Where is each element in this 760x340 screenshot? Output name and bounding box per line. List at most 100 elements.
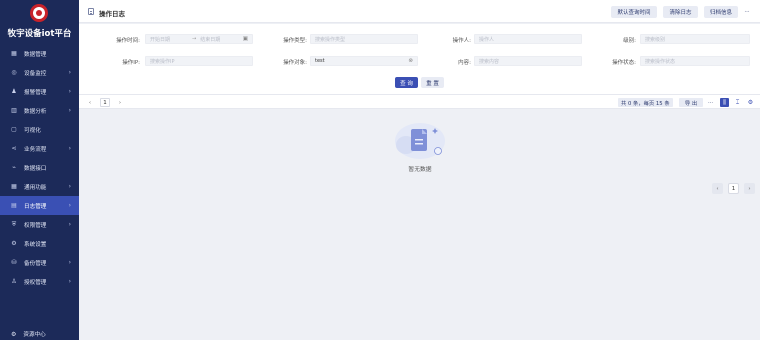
op-ip-input[interactable]: 搜索操作IP [145, 56, 253, 66]
default-query-time-button[interactable]: 默认查询时间 [611, 6, 657, 18]
table-toolbar: ‹ 1 › 共 0 条，每页 15 条 导 出 ··· ⫼ ⌶ ⚙ [79, 94, 760, 109]
backup-icon: ⛁ [11, 258, 17, 266]
sidebar-item[interactable]: ⛁ 备份管理 › [0, 253, 79, 272]
search-icon [434, 147, 442, 155]
date-separator: → [192, 36, 197, 42]
page-title: 操作日志 [99, 10, 125, 18]
content-input[interactable]: 搜索内容 [474, 56, 582, 66]
sidebar-item[interactable]: ♟ 报警管理 › [0, 82, 79, 101]
chevron-right-icon: › [68, 88, 71, 95]
date-range-input[interactable]: 开始日期 → 结束日期 ▣ [145, 34, 253, 44]
sidebar-menu: ▦ 数据管理 ◎ 设备监控 › ♟ 报警管理 › ▥ 数据分析 › ▢ 可视化 ⋖ 业务流程 › ⌁ 数据接口 ▦ 通… [0, 44, 79, 291]
sidebar-item[interactable]: ▥ 数据分析 › [0, 101, 79, 120]
chevron-right-icon: › [68, 202, 71, 209]
empty-state-text: 暂无数据 [408, 167, 432, 173]
sidebar-item-label: 数据分析 [24, 108, 47, 115]
calendar-icon: ▣ [242, 36, 248, 42]
operator-input[interactable]: 操作人 [474, 34, 582, 44]
clear-log-button[interactable]: 清除日志 [663, 6, 698, 18]
op-status-input[interactable]: 搜索操作状态 [640, 56, 750, 66]
bottom-next-page-button[interactable]: › [744, 183, 755, 194]
next-page-button[interactable]: › [115, 98, 125, 107]
log-icon: ▤ [11, 201, 17, 209]
settings-icon: ⚙ [11, 239, 17, 247]
app-logo [30, 4, 48, 22]
op-object-input[interactable]: test ⊗ [310, 56, 418, 66]
sidebar-item[interactable]: ♙ 授权管理 › [0, 272, 79, 291]
op-object-label: 操作对象: [283, 60, 307, 66]
level-label: 级别: [623, 38, 636, 44]
op-ip-label: 操作IP: [122, 60, 140, 66]
license-icon: ♙ [11, 277, 17, 285]
sidebar-item-label: 系统设置 [24, 241, 47, 248]
sidebar-item-label: 设备监控 [24, 70, 47, 77]
text-height-icon[interactable]: ⌶ [733, 98, 742, 107]
sidebar-item[interactable]: ⋖ 业务流程 › [0, 139, 79, 158]
sidebar-item[interactable]: ⚙ 系统设置 [0, 234, 79, 253]
sidebar-item[interactable]: ⌁ 数据接口 [0, 158, 79, 177]
empty-data-illustration [395, 123, 445, 159]
sidebar-item-label: 数据管理 [24, 51, 47, 58]
chevron-right-icon: › [68, 259, 71, 266]
analytics-icon: ▥ [11, 106, 17, 114]
chevron-right-icon: › [68, 183, 71, 190]
sidebar-item[interactable]: ⛨ 权限管理 › [0, 215, 79, 234]
alarm-icon: ♟ [11, 87, 17, 95]
sidebar-item-label: 通用功能 [24, 184, 47, 191]
sidebar-item[interactable]: ▦ 数据管理 [0, 44, 79, 63]
op-type-input[interactable]: 搜索操作类型 [310, 34, 418, 44]
start-date-input[interactable]: 开始日期 [150, 36, 170, 43]
data-management-icon: ▦ [11, 49, 17, 57]
toolbar-more-button[interactable]: ··· [705, 98, 716, 107]
record-summary: 共 0 条，每页 15 条 [618, 98, 673, 107]
bottom-prev-page-button[interactable]: ‹ [712, 183, 723, 194]
content-label: 内容: [458, 60, 471, 66]
header-more-button[interactable]: ··· [741, 6, 753, 18]
bottom-current-page[interactable]: 1 [728, 183, 739, 194]
sidebar: 牧宇设备iot平台 ▦ 数据管理 ◎ 设备监控 › ♟ 报警管理 › ▥ 数据分析 › ▢ 可视化 ⋖ 业务… [0, 0, 79, 340]
current-page[interactable]: 1 [100, 98, 110, 107]
chevron-right-icon: › [68, 278, 71, 285]
chevron-right-icon: › [68, 107, 71, 114]
grid-icon: ▦ [11, 182, 17, 190]
resource-center-icon: ⚙ [11, 330, 17, 338]
op-object-value: test [315, 58, 325, 64]
chevron-right-icon: › [68, 69, 71, 76]
sidebar-item-label: 数据接口 [24, 165, 47, 172]
op-time-label: 操作时间: [116, 38, 140, 44]
sidebar-item-label: 授权管理 [24, 279, 47, 286]
sidebar-item-label: 备份管理 [24, 260, 47, 267]
column-settings-icon[interactable]: ⫼ [720, 98, 729, 107]
export-button[interactable]: 导 出 [679, 98, 703, 107]
sidebar-item-label: 可视化 [24, 127, 41, 134]
sidebar-item-label: 权限管理 [24, 222, 47, 229]
workflow-icon: ⋖ [11, 144, 17, 152]
api-icon: ⌁ [12, 163, 16, 171]
sidebar-item-label: 业务流程 [24, 146, 47, 153]
document-icon [88, 8, 94, 15]
end-date-input[interactable]: 结束日期 [200, 36, 220, 43]
chevron-right-icon: › [68, 145, 71, 152]
gear-icon[interactable]: ⚙ [746, 98, 755, 107]
prev-page-button[interactable]: ‹ [85, 98, 95, 107]
sidebar-item-label: 日志管理 [24, 203, 47, 210]
sidebar-item[interactable]: ▦ 通用功能 › [0, 177, 79, 196]
reset-button[interactable]: 重 置 [421, 77, 444, 88]
operator-label: 操作人: [452, 38, 471, 44]
device-monitor-icon: ◎ [11, 68, 17, 76]
clear-icon[interactable]: ⊗ [408, 58, 413, 64]
app-brand: 牧宇设备iot平台 [7, 29, 72, 39]
op-status-label: 操作状态: [612, 60, 636, 66]
op-type-label: 操作类型: [283, 38, 307, 44]
sidebar-item-label: 报警管理 [24, 89, 47, 96]
sidebar-item[interactable]: ◎ 设备监控 › [0, 63, 79, 82]
page-header: 操作日志 默认查询时间 清除日志 归档信息 ··· [79, 0, 760, 23]
filter-panel: 操作时间: 开始日期 → 结束日期 ▣ 操作类型: 搜索操作类型 操作人: 操作… [79, 24, 760, 94]
permission-icon: ⛨ [11, 220, 17, 228]
level-input[interactable]: 搜索级别 [640, 34, 750, 44]
sidebar-item-resource-center[interactable]: ⚙ 资源中心 [0, 328, 79, 340]
archive-info-button[interactable]: 归档信息 [704, 6, 738, 18]
sidebar-item[interactable]: ▢ 可视化 [0, 120, 79, 139]
sidebar-item[interactable]: ▤ 日志管理 › [0, 196, 79, 215]
query-button[interactable]: 查 询 [395, 77, 418, 88]
